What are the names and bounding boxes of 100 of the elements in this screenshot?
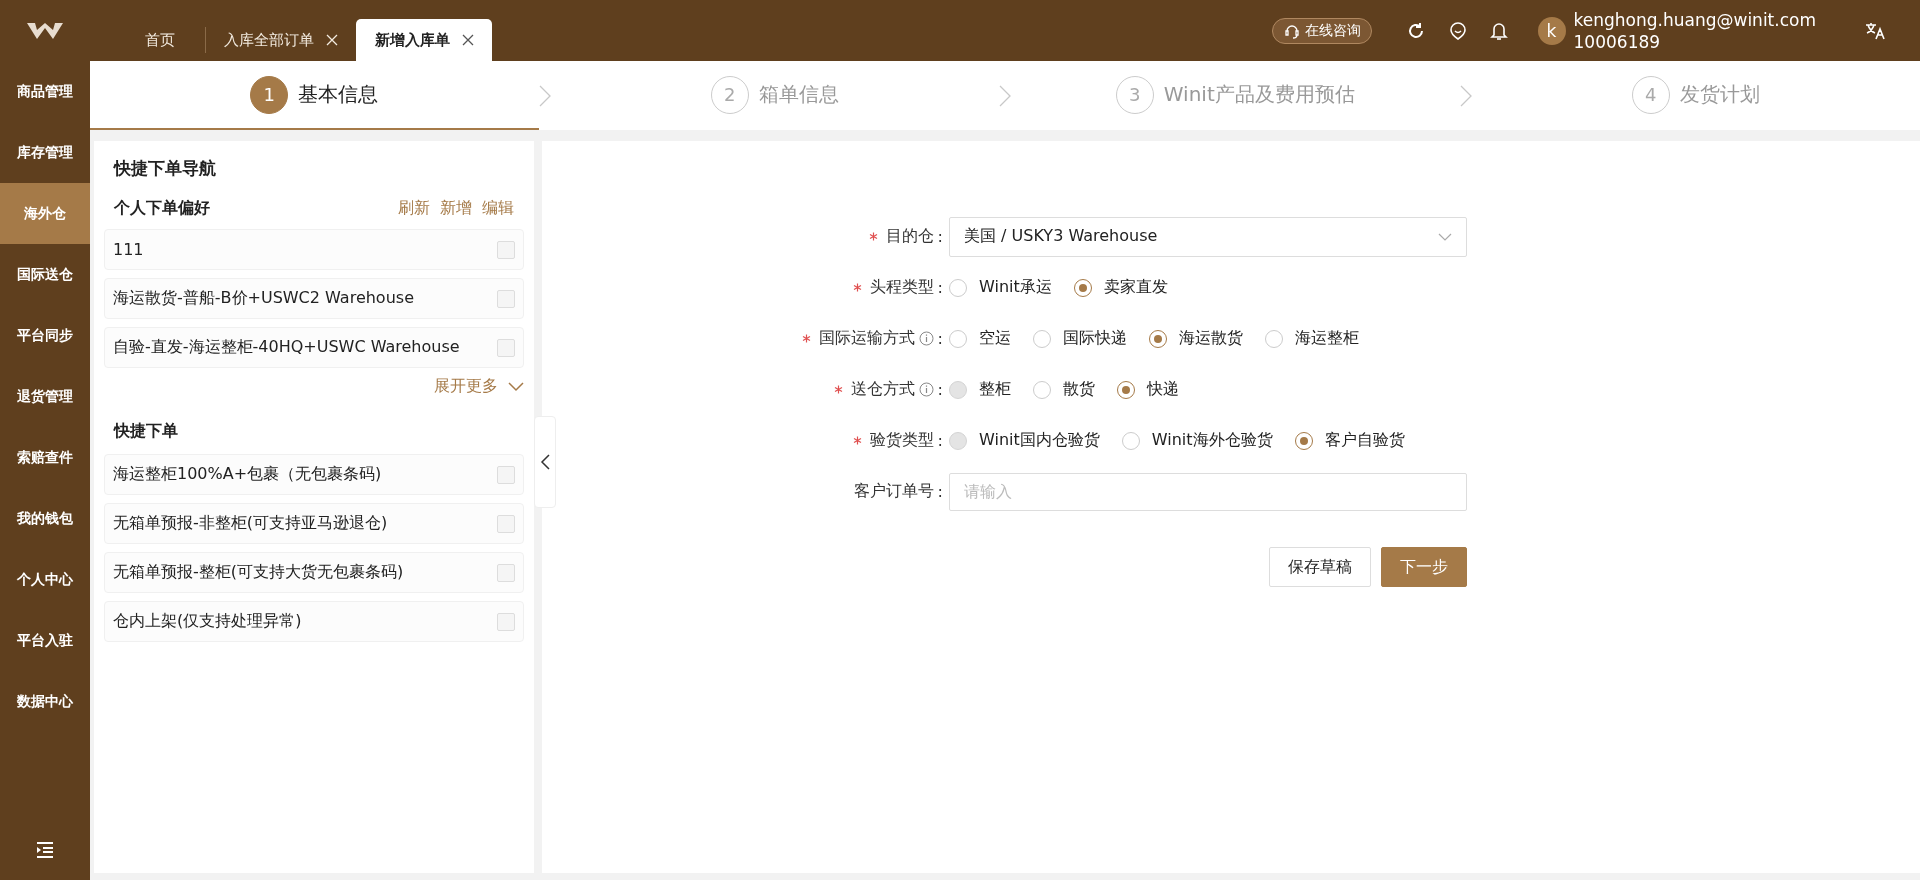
action-link[interactable]: 刷新: [398, 198, 430, 219]
radio-button[interactable]: [1033, 380, 1051, 399]
field-label: 头程类型: [869, 277, 934, 298]
step-number: 1: [250, 75, 289, 114]
translate-icon[interactable]: [1864, 20, 1886, 41]
nav-item[interactable]: 退货管理: [0, 366, 90, 427]
nav-item[interactable]: 数据中心: [0, 671, 90, 732]
radio-option[interactable]: 客户自验货: [1294, 430, 1405, 451]
checkbox[interactable]: [497, 563, 515, 582]
chat-bubble-icon[interactable]: [1447, 20, 1468, 41]
nav-item[interactable]: 商品管理: [0, 61, 90, 122]
label-colon: :: [937, 482, 943, 501]
radio-button[interactable]: [949, 329, 967, 348]
item-label: 海运散货-普船-B价+USWC2 Warehouse: [113, 288, 414, 309]
quick-order-item[interactable]: 无箱单预报-整柜(可支持大货无包裹条码): [104, 552, 524, 593]
preference-item[interactable]: 海运散货-普船-B价+USWC2 Warehouse: [104, 278, 524, 319]
action-link[interactable]: 新增: [440, 198, 472, 219]
panel-title: 快捷下单导航: [114, 157, 217, 180]
chevron-right-icon: [538, 84, 551, 107]
nav-item[interactable]: 平台同步: [0, 305, 90, 366]
online-consult-button[interactable]: 在线咨询: [1271, 17, 1372, 44]
checkbox[interactable]: [497, 514, 515, 533]
expand-more-link[interactable]: 展开更多: [434, 376, 524, 397]
nav-item[interactable]: 平台入驻: [0, 610, 90, 671]
item-label: 海运整柜100%A+包裹（无包裹条码): [113, 464, 382, 485]
nav-item[interactable]: 海外仓: [0, 183, 90, 244]
item-label: 无箱单预报-非整柜(可支持亚马逊退仓): [113, 513, 388, 534]
radio-option[interactable]: 散货: [1033, 379, 1095, 400]
tab-label: 入库全部订单: [224, 30, 314, 50]
radio-button[interactable]: [1121, 431, 1140, 450]
step-label: 箱单信息: [758, 81, 839, 108]
nav-item[interactable]: 我的钱包: [0, 488, 90, 549]
radio-button[interactable]: [1117, 380, 1135, 399]
quick-order-item[interactable]: 海运整柜100%A+包裹（无包裹条码): [104, 454, 524, 495]
chevron-right-icon: [999, 84, 1011, 107]
bell-icon[interactable]: [1489, 20, 1508, 41]
tab-label: 首页: [145, 30, 175, 50]
checkbox[interactable]: [497, 465, 515, 484]
field-label: 目的仓: [885, 226, 934, 247]
user-avatar[interactable]: k: [1537, 16, 1566, 45]
chevron-left-icon: [540, 454, 550, 470]
radio-option[interactable]: 国际快递: [1033, 328, 1127, 349]
label-colon: :: [937, 329, 943, 348]
nav-item[interactable]: 国际送仓: [0, 244, 90, 305]
close-icon[interactable]: [462, 34, 474, 46]
tab-label: 新增入库单: [375, 30, 450, 50]
step-label: 基本信息: [298, 81, 379, 108]
save-draft-button[interactable]: 保存草稿: [1269, 547, 1371, 587]
info-icon[interactable]: [918, 331, 934, 346]
page-tab[interactable]: 新增入库单: [356, 19, 492, 61]
item-label: 仓内上架(仅支持处理异常): [113, 611, 302, 632]
section-title: 快捷下单: [114, 421, 179, 442]
chevron-right-icon: [1459, 84, 1472, 107]
field-label: 客户订单号: [853, 481, 934, 502]
collapse-panel-button[interactable]: [534, 416, 556, 508]
action-link[interactable]: 编辑: [482, 198, 514, 219]
radio-button[interactable]: [1033, 329, 1051, 348]
radio-button[interactable]: [1073, 278, 1092, 297]
nav-item[interactable]: 个人中心: [0, 549, 90, 610]
radio-button[interactable]: [949, 278, 967, 297]
order-number-input[interactable]: 请输入: [949, 472, 1467, 511]
page-tab[interactable]: 首页: [114, 19, 205, 61]
preference-item[interactable]: 111: [104, 229, 524, 270]
checkbox[interactable]: [497, 338, 515, 357]
user-id: 10006189: [1573, 30, 1662, 53]
field-label: 国际运输方式: [818, 328, 915, 349]
step-label: 发货计划: [1679, 81, 1760, 108]
checkbox[interactable]: [497, 289, 515, 308]
step-label: Winit产品及费用预估: [1163, 81, 1355, 108]
preference-item[interactable]: 自验-直发-海运整柜-40HQ+USWC Warehouse: [104, 327, 524, 368]
radio-option[interactable]: 空运: [949, 328, 1011, 349]
section-title: 个人下单偏好: [114, 198, 210, 219]
info-icon[interactable]: [918, 382, 934, 397]
quick-order-item[interactable]: 仓内上架(仅支持处理异常): [104, 601, 524, 642]
radio-option[interactable]: 快递: [1117, 379, 1179, 400]
step[interactable]: 1 基本信息: [90, 61, 539, 130]
field-label: 送仓方式: [850, 379, 915, 400]
radio-button[interactable]: [1149, 329, 1167, 348]
item-label: 111: [113, 240, 144, 259]
nav-item[interactable]: 库存管理: [0, 122, 90, 183]
warehouse-select[interactable]: 美国 / USKY3 Warehouse: [949, 216, 1467, 257]
nav-item[interactable]: 索赔查件: [0, 427, 90, 488]
checkbox[interactable]: [497, 240, 515, 259]
radio-button[interactable]: [1294, 431, 1313, 450]
radio-option[interactable]: 卖家直发: [1073, 277, 1168, 298]
item-label: 无箱单预报-整柜(可支持大货无包裹条码): [113, 562, 404, 583]
radio-option[interactable]: 海运整柜: [1265, 328, 1359, 349]
quick-order-item[interactable]: 无箱单预报-非整柜(可支持亚马逊退仓): [104, 503, 524, 544]
label-colon: :: [937, 278, 943, 297]
menu-indent-icon[interactable]: [36, 842, 54, 858]
next-button[interactable]: 下一步: [1381, 547, 1467, 587]
radio-option[interactable]: 海运散货: [1149, 328, 1243, 349]
radio-option[interactable]: Winit承运: [949, 277, 1052, 298]
label-colon: :: [937, 227, 943, 246]
user-email: kenghong.huang@winit.com: [1573, 8, 1816, 31]
chevron-down-icon: [508, 381, 524, 392]
radio-option[interactable]: Winit海外仓验货: [1121, 430, 1273, 451]
label-colon: :: [937, 380, 943, 399]
radio-button[interactable]: [1265, 329, 1283, 348]
checkbox[interactable]: [497, 612, 515, 631]
